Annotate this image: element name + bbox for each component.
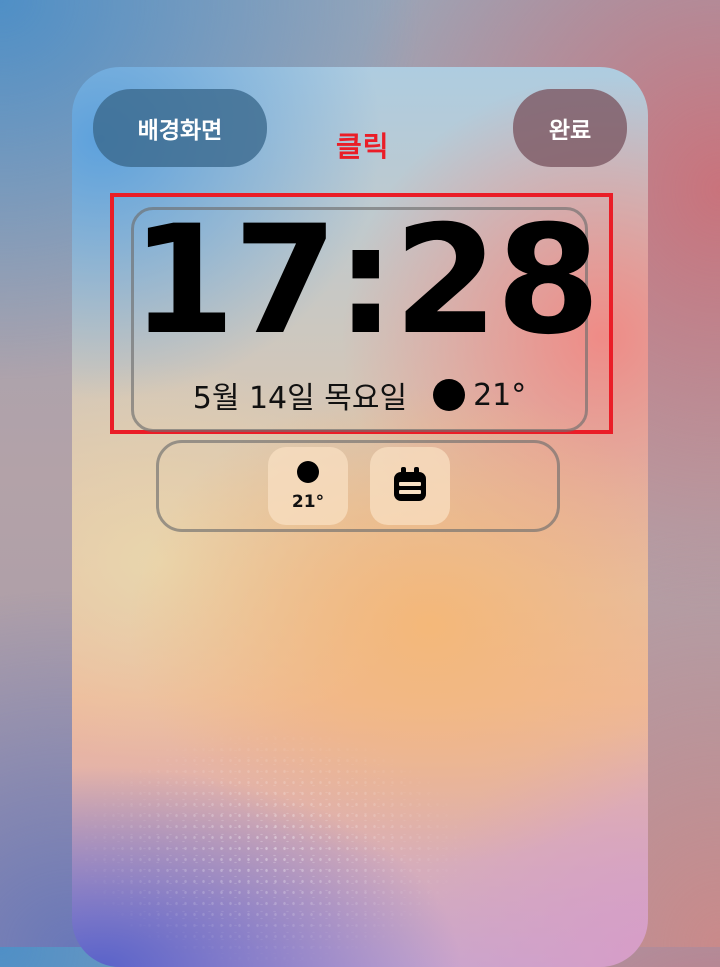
wallpaper-button[interactable]: 배경화면 — [93, 89, 267, 167]
widget-area[interactable] — [156, 440, 560, 532]
lockscreen-date: 5월 14일 목요일 — [192, 381, 408, 416]
sun-icon — [297, 461, 319, 483]
sun-icon — [433, 379, 466, 411]
calendar-icon — [394, 467, 426, 501]
done-button[interactable]: 완료 — [513, 89, 627, 167]
lockscreen-time[interactable]: 17:28 — [131, 196, 600, 366]
inline-temperature: 21° — [473, 377, 527, 413]
date-weather-row[interactable]: 5월 14일 목요일 21° — [131, 372, 588, 418]
calendar-widget[interactable] — [370, 447, 450, 525]
wallpaper-sparkle — [82, 667, 502, 967]
weather-widget-temperature: 21° — [291, 492, 325, 512]
weather-widget[interactable]: 21° — [268, 447, 348, 525]
inline-weather: 21° — [433, 378, 526, 413]
click-annotation: 클릭 — [336, 130, 390, 163]
